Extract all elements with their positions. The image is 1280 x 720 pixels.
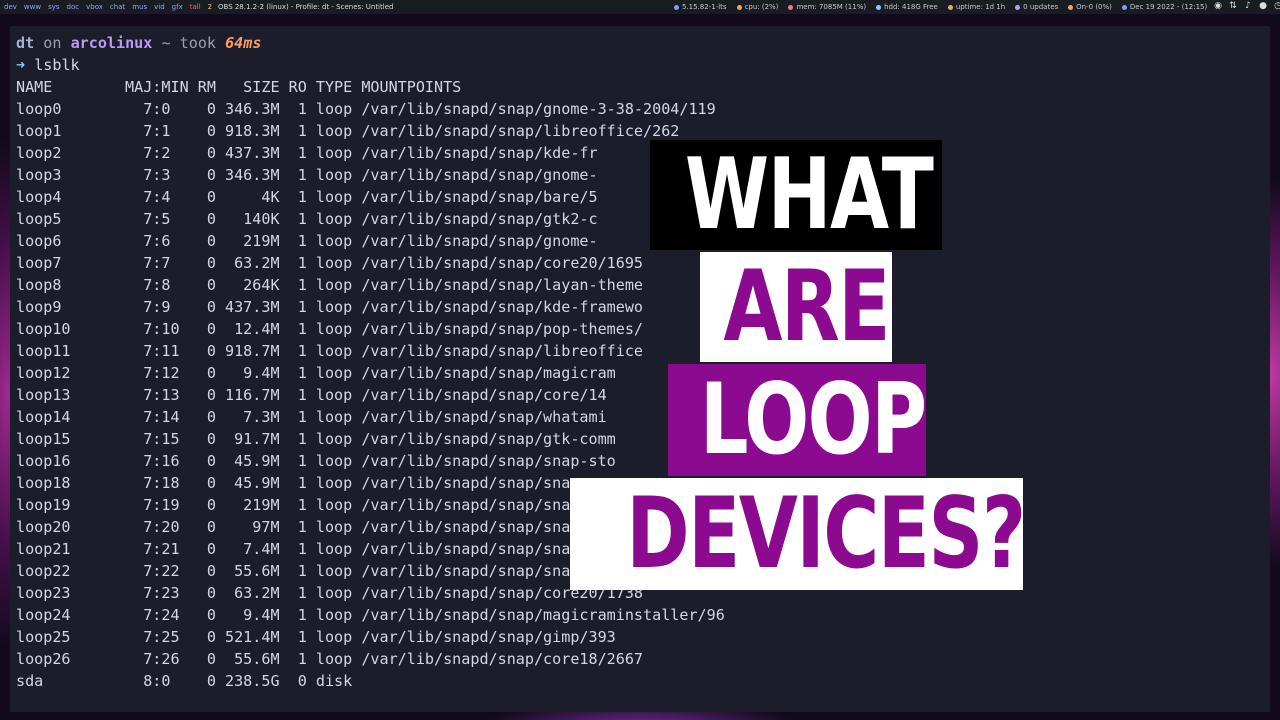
overlay-title-what: WHAT xyxy=(650,140,942,250)
output-row: loop1 7:1 0 918.3M 1 loop /var/lib/snapd… xyxy=(16,122,680,140)
output-row: sda 8:0 0 238.5G 0 disk xyxy=(16,672,353,690)
updates-icon xyxy=(1015,4,1021,10)
overlay-title-are: ARE xyxy=(700,252,892,362)
overlay-loop-text: LOOP xyxy=(699,364,926,476)
mem-widget: mem: 7085M (11%) xyxy=(788,0,866,14)
prompt-line: dt on arcolinux ~ took 64ms xyxy=(16,32,861,54)
overlay-are-text: ARE xyxy=(723,252,890,362)
prompt-path: ~ xyxy=(161,34,171,52)
top-panel: dev www sys doc vbox chat mus vid gfx ta… xyxy=(0,0,1280,14)
hdd-label: hdd: 418G Free xyxy=(884,3,938,11)
mem-icon xyxy=(788,4,794,10)
workspace-mus[interactable]: mus xyxy=(132,0,147,14)
overlay-what-text: WHAT xyxy=(684,140,934,250)
layout-indicator[interactable]: tall xyxy=(190,0,201,14)
uptime-widget: uptime: 1d 1h xyxy=(947,0,1006,14)
workspace-vid[interactable]: vid xyxy=(154,0,165,14)
prompt-duration: 64ms xyxy=(225,34,262,52)
command-line: ➜ lsblk xyxy=(16,54,861,76)
cpu-label: cpu: (2%) xyxy=(744,3,779,11)
command-text: lsblk xyxy=(34,56,80,74)
output-row: loop24 7:24 0 9.4M 1 loop /var/lib/snapd… xyxy=(16,606,725,624)
cpu-icon xyxy=(736,4,742,10)
updates-label: 0 updates xyxy=(1023,3,1059,11)
kernel-icon xyxy=(674,4,679,10)
output-row: loop26 7:26 0 55.6M 1 loop /var/lib/snap… xyxy=(16,650,644,668)
prompt-user: dt xyxy=(16,34,35,52)
obs-icon[interactable]: ◉ xyxy=(1213,1,1223,12)
workspace-list: dev www sys doc vbox chat mus vid gfx ta… xyxy=(4,0,212,14)
system-tray: ◉ ⇅ ♪ ● ◷ ⏻ xyxy=(1213,1,1280,12)
window-count: 2 xyxy=(207,3,213,11)
terminal-output: dt on arcolinux ~ took 64ms ➜ lsblk NAME M… xyxy=(16,32,861,692)
uptime-icon xyxy=(947,4,953,10)
terminal-window[interactable]: dt on arcolinux ~ took 64ms ➜ lsblk NAME M… xyxy=(10,26,1270,712)
hdd-icon xyxy=(876,4,882,10)
prompt-host: arcolinux xyxy=(70,34,153,52)
updates-widget[interactable]: 0 updates xyxy=(1015,0,1058,14)
cpu-widget: cpu: (2%) xyxy=(736,0,779,14)
battery-widget: On-0 (0%) xyxy=(1068,0,1112,14)
battery-icon xyxy=(1068,4,1074,10)
clock-label: Dec 19 2022 - (12:15) xyxy=(1129,3,1208,11)
prompt-arrow-icon: ➜ xyxy=(16,56,26,74)
workspace-vbox[interactable]: vbox xyxy=(86,0,103,14)
kernel-label: 5.15.82-1-lts xyxy=(682,3,727,11)
clock-icon[interactable]: ◷ xyxy=(1273,1,1280,12)
prompt-took: took xyxy=(179,34,216,52)
workspace-gfx[interactable]: gfx xyxy=(172,0,183,14)
status-widgets: 5.15.82-1-lts cpu: (2%) mem: 7085M (11%)… xyxy=(674,0,1207,14)
clock-widget[interactable]: Dec 19 2022 - (12:15) xyxy=(1121,0,1208,14)
output-row: loop25 7:25 0 521.4M 1 loop /var/lib/sna… xyxy=(16,628,616,646)
workspace-dev[interactable]: dev xyxy=(4,0,17,14)
mic-icon[interactable]: ● xyxy=(1258,1,1268,12)
overlay-devices-text: DEVICES? xyxy=(626,478,1023,590)
workspace-sys[interactable]: sys xyxy=(48,0,59,14)
uptime-label: uptime: 1d 1h xyxy=(955,3,1006,11)
overlay-title-devices: DEVICES? xyxy=(570,478,1023,590)
output-row: loop0 7:0 0 346.3M 1 loop /var/lib/snapd… xyxy=(16,100,716,118)
workspace-doc[interactable]: doc xyxy=(67,0,80,14)
mem-label: mem: 7085M (11%) xyxy=(796,3,867,11)
active-window-title: OBS 28.1.2-2 (linux) - Profile: dt - Sce… xyxy=(218,3,394,11)
workspace-www[interactable]: www xyxy=(24,0,41,14)
workspace-chat[interactable]: chat xyxy=(110,0,125,14)
kernel-widget: 5.15.82-1-lts xyxy=(674,0,727,14)
battery-label: On-0 (0%) xyxy=(1076,3,1112,11)
overlay-title-loop: LOOP xyxy=(668,364,926,476)
network-icon[interactable]: ⇅ xyxy=(1228,1,1238,12)
table-header: NAME MAJ:MIN RM SIZE RO TYPE MOUNTPOINTS xyxy=(16,78,462,96)
hdd-widget: hdd: 418G Free xyxy=(876,0,938,14)
calendar-icon xyxy=(1121,4,1127,10)
prompt-on: on xyxy=(43,34,62,52)
volume-icon[interactable]: ♪ xyxy=(1243,1,1253,12)
